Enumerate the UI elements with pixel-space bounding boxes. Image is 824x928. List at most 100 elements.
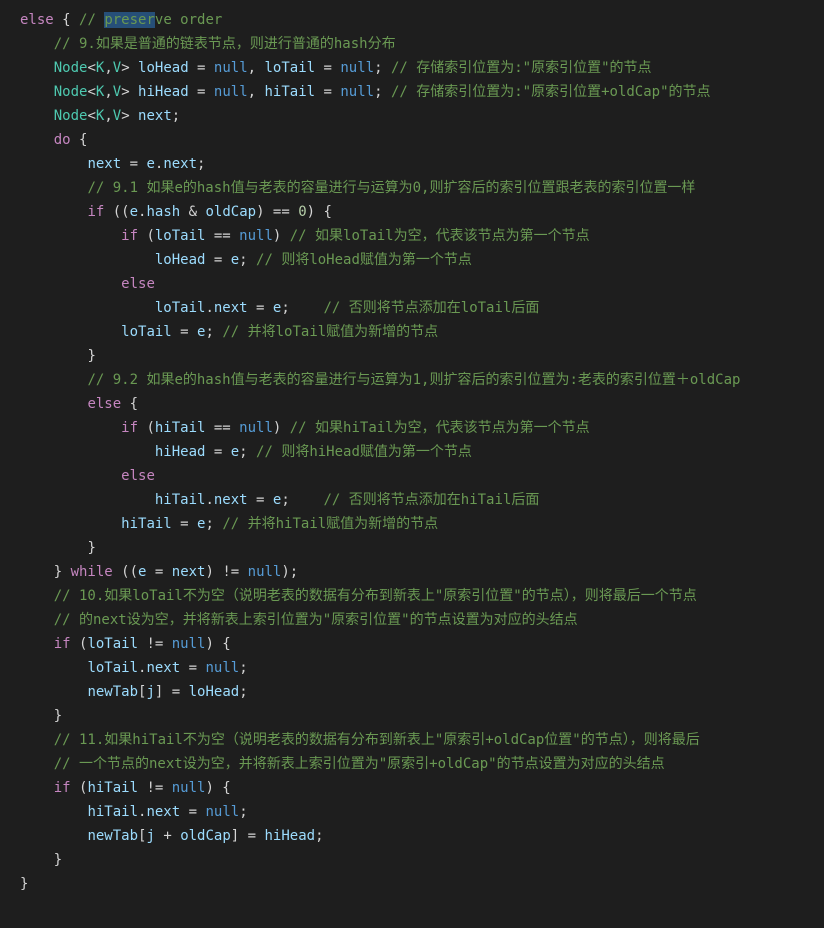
- code-token: null: [239, 228, 273, 244]
- code-token: ;: [281, 300, 323, 316]
- code-line[interactable]: hiHead = e; // 则将hiHead赋值为第一个节点: [0, 440, 824, 464]
- code-token: null: [340, 84, 374, 100]
- code-token: ,: [248, 60, 265, 76]
- code-line[interactable]: hiTail = e; // 并将hiTail赋值为新增的节点: [0, 512, 824, 536]
- code-token: if: [54, 636, 71, 652]
- code-token: hiTail: [87, 780, 138, 796]
- code-token: }: [20, 876, 28, 892]
- code-token: null: [214, 60, 248, 76]
- code-token: // 否则将节点添加在hiTail后面: [323, 492, 539, 508]
- code-line[interactable]: if (hiTail == null) // 如果hiTail为空，代表该节点为…: [0, 416, 824, 440]
- code-line[interactable]: if (loTail == null) // 如果loTail为空，代表该节点为…: [0, 224, 824, 248]
- code-token: // 9.如果是普通的链表节点，则进行普通的hash分布: [54, 36, 396, 52]
- code-token: ((: [113, 564, 138, 580]
- code-token: next: [146, 804, 180, 820]
- code-token: next: [214, 300, 248, 316]
- code-token: &: [180, 204, 205, 220]
- code-line[interactable]: else { // preserve order: [0, 8, 824, 32]
- code-token: ) {: [205, 636, 230, 652]
- code-line[interactable]: // 的next设为空，并将新表上索引位置为"原索引位置"的节点设置为对应的头结…: [0, 608, 824, 632]
- code-token: hiHead: [138, 84, 189, 100]
- code-token: if: [54, 780, 71, 796]
- code-token: hiTail: [121, 516, 172, 532]
- code-token: ): [273, 228, 290, 244]
- code-line[interactable]: loHead = e; // 则将loHead赋值为第一个节点: [0, 248, 824, 272]
- code-token: ;: [374, 84, 391, 100]
- code-line[interactable]: }: [0, 536, 824, 560]
- code-token: ): [273, 420, 290, 436]
- code-line[interactable]: Node<K,V> hiHead = null, hiTail = null; …: [0, 80, 824, 104]
- code-token: // 如果loTail为空，代表该节点为第一个节点: [290, 228, 590, 244]
- code-token: <: [87, 84, 95, 100]
- code-token: next: [163, 156, 197, 172]
- code-line[interactable]: }: [0, 344, 824, 368]
- code-token: loTail: [87, 660, 138, 676]
- code-line[interactable]: // 一个节点的next设为空，并将新表上索引位置为"原索引+oldCap"的节…: [0, 752, 824, 776]
- code-token: hash: [146, 204, 180, 220]
- code-line[interactable]: // 9.2 如果e的hash值与老表的容量进行与运算为1,则扩容后的索引位置为…: [0, 368, 824, 392]
- code-line[interactable]: loTail.next = e; // 否则将节点添加在loTail后面: [0, 296, 824, 320]
- code-token: oldCap: [180, 828, 231, 844]
- code-token: ;: [239, 660, 247, 676]
- code-token: +: [155, 828, 180, 844]
- code-token: j: [146, 828, 154, 844]
- code-token: !=: [138, 636, 172, 652]
- code-token: (: [138, 228, 155, 244]
- code-line[interactable]: hiTail.next = e; // 否则将节点添加在hiTail后面: [0, 488, 824, 512]
- code-line[interactable]: next = e.next;: [0, 152, 824, 176]
- code-line[interactable]: if (loTail != null) {: [0, 632, 824, 656]
- code-line[interactable]: newTab[j + oldCap] = hiHead;: [0, 824, 824, 848]
- code-line[interactable]: // 10.如果loTail不为空（说明老表的数据有分布到新表上"原索引位置"的…: [0, 584, 824, 608]
- code-line[interactable]: else: [0, 464, 824, 488]
- code-token: else: [121, 276, 155, 292]
- code-token: next: [172, 564, 206, 580]
- code-token: next: [214, 492, 248, 508]
- code-token: hiHead: [264, 828, 315, 844]
- code-token: else: [121, 468, 155, 484]
- code-line[interactable]: }: [0, 848, 824, 872]
- code-token: ;: [374, 60, 391, 76]
- code-line[interactable]: Node<K,V> loHead = null, loTail = null; …: [0, 56, 824, 80]
- code-token: >: [121, 60, 138, 76]
- code-token: // 10.如果loTail不为空（说明老表的数据有分布到新表上"原索引位置"的…: [54, 588, 697, 604]
- code-line[interactable]: loTail.next = null;: [0, 656, 824, 680]
- code-line[interactable]: else: [0, 272, 824, 296]
- code-line[interactable]: }: [0, 704, 824, 728]
- code-token: ,: [104, 84, 112, 100]
- code-token: e: [231, 252, 239, 268]
- code-line[interactable]: } while ((e = next) != null);: [0, 560, 824, 584]
- code-line[interactable]: // 9.如果是普通的链表节点，则进行普通的hash分布: [0, 32, 824, 56]
- code-token: =: [189, 60, 214, 76]
- code-line[interactable]: // 11.如果hiTail不为空（说明老表的数据有分布到新表上"原索引+old…: [0, 728, 824, 752]
- code-line[interactable]: if (hiTail != null) {: [0, 776, 824, 800]
- code-token: ;: [239, 804, 247, 820]
- code-token: =: [315, 84, 340, 100]
- code-token: }: [54, 708, 62, 724]
- code-token: V: [113, 84, 121, 100]
- code-token: ;: [197, 156, 205, 172]
- code-token: }: [54, 564, 71, 580]
- code-token: {: [121, 396, 138, 412]
- code-line[interactable]: Node<K,V> next;: [0, 104, 824, 128]
- code-line[interactable]: // 9.1 如果e的hash值与老表的容量进行与运算为0,则扩容后的索引位置跟…: [0, 176, 824, 200]
- code-block[interactable]: else { // preserve order // 9.如果是普通的链表节点…: [0, 0, 824, 896]
- code-line[interactable]: hiTail.next = null;: [0, 800, 824, 824]
- code-token: loTail: [121, 324, 172, 340]
- code-line[interactable]: loTail = e; // 并将loTail赋值为新增的节点: [0, 320, 824, 344]
- code-line[interactable]: do {: [0, 128, 824, 152]
- code-token: loHead: [138, 60, 189, 76]
- code-token: null: [205, 804, 239, 820]
- code-token: j: [146, 684, 154, 700]
- code-token: e: [146, 156, 154, 172]
- code-token: // 存储索引位置为:"原索引位置+oldCap"的节点: [391, 84, 711, 100]
- code-token: ] =: [155, 684, 189, 700]
- code-token: //: [79, 12, 104, 28]
- code-token: V: [113, 60, 121, 76]
- code-line[interactable]: }: [0, 872, 824, 896]
- code-token: oldCap: [205, 204, 256, 220]
- code-token: 0: [298, 204, 306, 220]
- code-token: ==: [205, 420, 239, 436]
- code-line[interactable]: else {: [0, 392, 824, 416]
- code-line[interactable]: newTab[j] = loHead;: [0, 680, 824, 704]
- code-line[interactable]: if ((e.hash & oldCap) == 0) {: [0, 200, 824, 224]
